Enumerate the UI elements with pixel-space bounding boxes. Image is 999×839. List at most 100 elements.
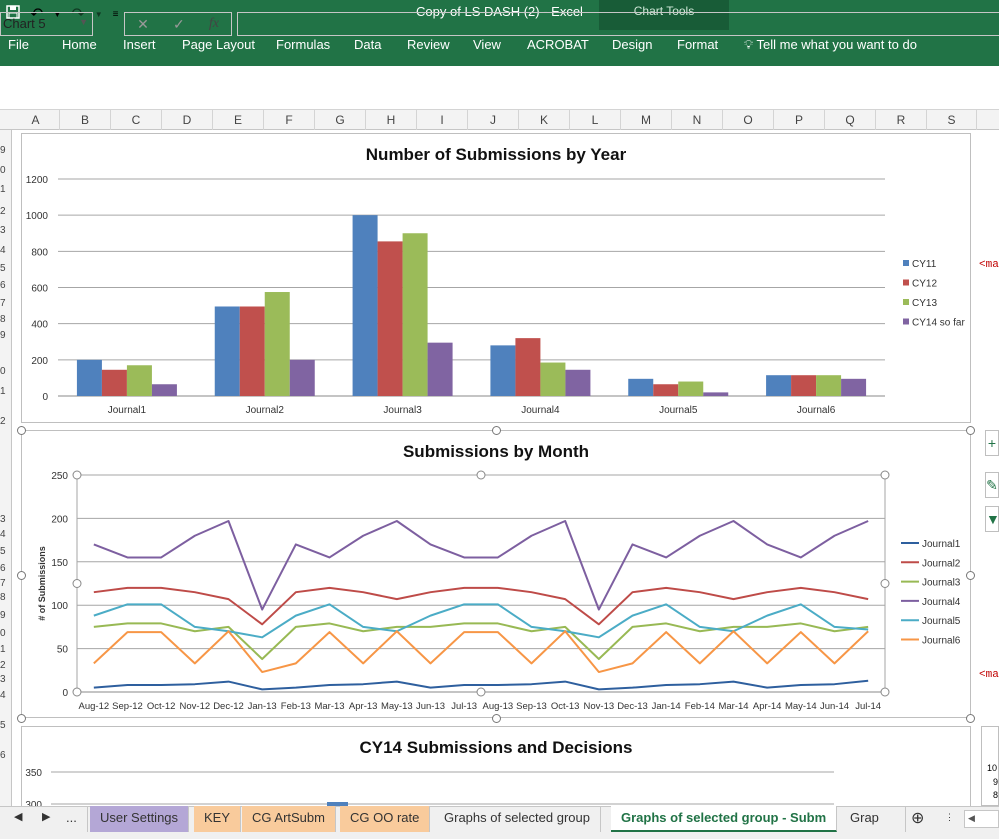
column-header-r[interactable]: R — [876, 110, 927, 130]
formula-input[interactable] — [237, 12, 999, 36]
row-header[interactable]: 3 — [0, 514, 10, 525]
chart-resize-handle[interactable] — [17, 426, 26, 435]
cancel-icon[interactable]: ✕ — [137, 16, 149, 33]
x-tick-label: Jul-14 — [855, 701, 881, 712]
row-header[interactable]: 6 — [0, 563, 10, 574]
line-chart-svg: 050100150200250# of SubmissionsAug-12 Sep… — [37, 470, 961, 712]
column-header-g[interactable]: G — [315, 110, 366, 130]
row-header[interactable]: 0 — [0, 366, 10, 377]
row-header[interactable]: 1 — [0, 184, 10, 195]
column-header-m[interactable]: M — [621, 110, 672, 130]
column-header-f[interactable]: F — [264, 110, 315, 130]
chart-resize-handle[interactable] — [492, 714, 501, 723]
tell-me-box[interactable]: 💡︎ Tell me what you want to do — [744, 37, 917, 53]
row-header[interactable]: 1 — [0, 644, 10, 655]
row-header[interactable]: 5 — [0, 263, 10, 274]
row-header[interactable]: 4 — [0, 245, 10, 256]
row-header[interactable]: 3 — [0, 674, 10, 685]
chart-cy14-submissions[interactable]: CY14 Submissions and Decisions 300350 — [21, 726, 971, 816]
chevron-down-icon[interactable]: ▼ — [79, 17, 88, 27]
sheet-tab-grap[interactable]: Grap — [840, 806, 906, 832]
scroll-left-icon[interactable]: ◀ — [14, 810, 22, 823]
row-header[interactable]: 9 — [0, 610, 10, 621]
row-header[interactable]: 6 — [0, 280, 10, 291]
chart-resize-handle[interactable] — [966, 714, 975, 723]
insert-function-icon[interactable]: fx — [209, 16, 219, 32]
bar-chart-svg: 0 200 400 600 800 1000 1200 Journal1 Journal2 Jou… — [26, 175, 966, 416]
column-header-a[interactable]: A — [12, 110, 60, 130]
column-header-n[interactable]: N — [672, 110, 723, 130]
column-header-j[interactable]: J — [468, 110, 519, 130]
sheet-tab-cg-artsubm[interactable]: CG ArtSubm — [242, 806, 336, 832]
chart-resize-handle[interactable] — [17, 571, 26, 580]
column-header-b[interactable]: B — [60, 110, 111, 130]
x-tick-label: Jun-13 — [416, 701, 445, 712]
tab-insert[interactable]: Insert — [123, 37, 156, 52]
horizontal-scrollbar[interactable]: ◀ — [964, 810, 999, 828]
tab-review[interactable]: Review — [407, 37, 450, 52]
row-header[interactable]: 8 — [0, 592, 10, 603]
chart-resize-handle[interactable] — [492, 426, 501, 435]
chart-elements-button[interactable]: + — [985, 430, 999, 456]
sheet-tab-user-settings[interactable]: User Settings — [90, 806, 190, 832]
tab-format[interactable]: Format — [677, 37, 718, 52]
sheet-tab-key[interactable]: KEY — [194, 806, 242, 832]
tab-home[interactable]: Home — [62, 37, 97, 52]
row-header[interactable]: 1 — [0, 386, 10, 397]
row-header[interactable]: 4 — [0, 529, 10, 540]
scroll-left-arrow-icon[interactable]: ◀ — [968, 813, 975, 824]
sheet-tab-cg-oo-rate[interactable]: CG OO rate — [340, 806, 431, 832]
row-header[interactable]: 4 — [0, 690, 10, 701]
column-header-h[interactable]: H — [366, 110, 417, 130]
column-header-k[interactable]: K — [519, 110, 570, 130]
chart-resize-handle[interactable] — [966, 426, 975, 435]
tab-file[interactable]: File — [8, 37, 29, 52]
row-header[interactable]: 9 — [0, 145, 10, 156]
row-header[interactable]: 0 — [0, 628, 10, 639]
column-header-d[interactable]: D — [162, 110, 213, 130]
chart-styles-icon[interactable]: ✎ — [985, 472, 999, 498]
tab-data[interactable]: Data — [354, 37, 381, 52]
column-header-e[interactable]: E — [213, 110, 264, 130]
add-sheet-icon[interactable]: ⊕ — [911, 808, 924, 828]
tab-acrobat[interactable]: ACROBAT — [527, 37, 589, 52]
sheet-tab-graphs-selected[interactable]: Graphs of selected group — [434, 806, 601, 832]
row-header[interactable]: 2 — [0, 416, 10, 427]
row-header[interactable]: 3 — [0, 225, 10, 236]
tab-page-layout[interactable]: Page Layout — [182, 37, 255, 52]
chart-filters-icon[interactable]: ▼ — [985, 506, 999, 532]
more-icon[interactable]: ⋮ — [945, 812, 954, 823]
column-header-i[interactable]: I — [417, 110, 468, 130]
row-header[interactable]: 5 — [0, 720, 10, 731]
row-header[interactable]: 9 — [0, 330, 10, 341]
enter-icon[interactable]: ✓ — [173, 16, 185, 33]
row-header[interactable]: 6 — [0, 750, 10, 761]
chart-resize-handle[interactable] — [966, 571, 975, 580]
row-header[interactable]: 2 — [0, 660, 10, 671]
row-header[interactable]: 0 — [0, 165, 10, 176]
column-header-o[interactable]: O — [723, 110, 774, 130]
name-box[interactable]: Chart 5 ▼ — [0, 12, 93, 36]
row-header[interactable]: 5 — [0, 546, 10, 557]
row-header[interactable]: 7 — [0, 298, 10, 309]
column-header-c[interactable]: C — [111, 110, 162, 130]
column-header-q[interactable]: Q — [825, 110, 876, 130]
sheet-tab-graphs-selected-subm[interactable]: Graphs of selected group - Subm — [611, 806, 838, 832]
column-header-l[interactable]: L — [570, 110, 621, 130]
bar-cy14-so-far — [841, 378, 867, 396]
chart-resize-handle[interactable] — [17, 714, 26, 723]
chart-submissions-by-year[interactable]: Number of Submissions by Year 0 200 400 600… — [21, 133, 971, 423]
row-header[interactable]: 7 — [0, 578, 10, 589]
row-header[interactable]: 8 — [0, 314, 10, 325]
legend-label: CY11 — [912, 259, 937, 270]
row-header[interactable]: 2 — [0, 206, 10, 217]
y-tick-label: 400 — [31, 320, 48, 331]
sheet-tab-more[interactable]: ... — [56, 806, 88, 832]
tab-view[interactable]: View — [473, 37, 501, 52]
chart-submissions-by-month[interactable]: Submissions by Month 0 50 100 150 200 250 # of… — [21, 430, 971, 718]
tab-formulas[interactable]: Formulas — [276, 37, 330, 52]
tab-design[interactable]: Design — [612, 37, 652, 52]
column-header-p[interactable]: P — [774, 110, 825, 130]
scroll-right-icon[interactable]: ▶ — [42, 810, 50, 823]
column-header-s[interactable]: S — [927, 110, 977, 130]
